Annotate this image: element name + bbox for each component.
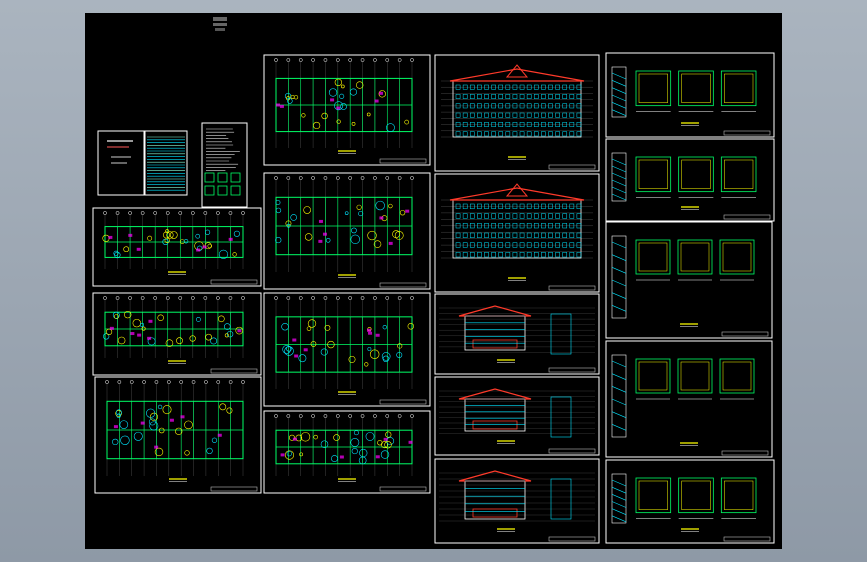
title-mark bbox=[213, 17, 227, 31]
plan-5[interactable] bbox=[263, 292, 431, 407]
elevation-sheets bbox=[434, 54, 600, 544]
detail-1[interactable] bbox=[605, 52, 775, 138]
plan-6[interactable] bbox=[263, 410, 431, 494]
plan-3[interactable] bbox=[263, 54, 431, 166]
elevation-2[interactable] bbox=[434, 173, 600, 293]
plan-4[interactable] bbox=[263, 172, 431, 290]
section-2[interactable] bbox=[434, 376, 600, 456]
plan-1[interactable] bbox=[92, 207, 262, 287]
plan-2[interactable] bbox=[92, 292, 262, 376]
floor-plan-sheets bbox=[92, 54, 431, 494]
cad-model-space[interactable] bbox=[85, 13, 782, 549]
notes-sheet[interactable] bbox=[201, 122, 248, 208]
detail-4[interactable] bbox=[605, 340, 773, 458]
detail-sheets bbox=[605, 52, 775, 544]
cover-sheet[interactable] bbox=[97, 130, 145, 196]
side-elevation[interactable] bbox=[434, 458, 600, 544]
section-1[interactable] bbox=[434, 293, 600, 375]
roof-plan[interactable] bbox=[94, 376, 262, 494]
index-sheet[interactable] bbox=[144, 130, 188, 196]
detail-3[interactable] bbox=[605, 221, 773, 339]
drawing-layout bbox=[92, 17, 775, 544]
detail-2[interactable] bbox=[605, 138, 775, 222]
detail-5[interactable] bbox=[605, 459, 775, 544]
elevation-1[interactable] bbox=[434, 54, 600, 172]
index-table bbox=[147, 136, 185, 191]
